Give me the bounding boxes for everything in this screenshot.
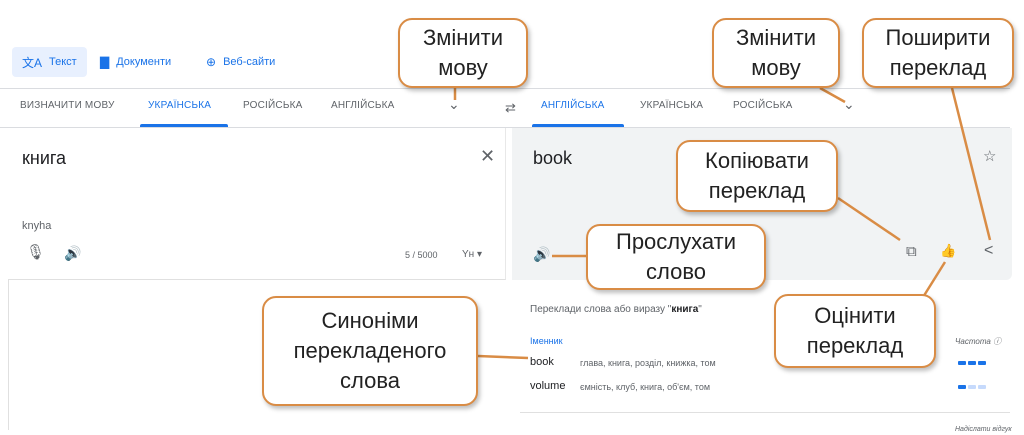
tab-target-russian[interactable]: РОСІЙСЬКА [733, 100, 793, 111]
target-speaker-icon[interactable]: 🔊 [533, 246, 550, 263]
frequency-segment [958, 361, 966, 365]
frequency-bar [958, 385, 986, 389]
mode-websites-button[interactable]: ⊕ Веб-сайти [196, 47, 286, 77]
translate-icon: 文A [22, 55, 43, 70]
mode-text-button[interactable]: 文A Текст [12, 47, 87, 77]
mode-documents-button[interactable]: ▇ Документи [90, 47, 182, 77]
callout-listen-word: Прослухати слово [586, 224, 766, 290]
mode-text-label: Текст [49, 56, 77, 68]
input-tool-button[interactable]: Yн ▾ [462, 249, 482, 260]
tab-detect-language[interactable]: ВИЗНАЧИТИ МОВУ [20, 100, 115, 111]
source-speaker-icon[interactable]: 🔊 [64, 245, 81, 262]
mode-websites-label: Веб-сайти [223, 56, 276, 68]
dictionary-word[interactable]: volume [530, 380, 565, 392]
callout-change-language: Змінити мову [712, 18, 840, 88]
rate-icon[interactable]: 👍 [940, 243, 956, 259]
chevron-down-icon[interactable]: ⌄ [843, 96, 855, 113]
frequency-segment [968, 361, 976, 365]
dictionary-title: Переклади слова або виразу "книга" [530, 304, 702, 315]
dictionary-synonyms: ємність, клуб, книга, об'єм, том [580, 382, 711, 392]
send-feedback-link[interactable]: Надіслати відгук [955, 426, 1012, 433]
frequency-bar [958, 361, 986, 365]
char-counter: 5 / 5000 [405, 250, 438, 260]
frequency-label: Частота ⓘ [955, 337, 1002, 346]
part-of-speech: Іменник [530, 336, 563, 346]
globe-icon: ⊕ [206, 55, 217, 69]
transliteration: knyha [22, 220, 52, 232]
translation-output: book [533, 148, 573, 168]
dictionary-title-word: книга [671, 304, 699, 315]
divider [8, 280, 9, 430]
share-icon[interactable]: < [984, 242, 993, 260]
microphone-icon[interactable]: 🎙 [26, 243, 45, 261]
dictionary-word[interactable]: book [530, 356, 554, 368]
callout-copy-translation: Копіювати переклад [676, 140, 838, 212]
divider [0, 88, 1010, 89]
divider [520, 412, 1010, 413]
swap-languages-icon[interactable]: ⇄ [505, 100, 516, 116]
tab-source-russian[interactable]: РОСІЙСЬКА [243, 100, 303, 111]
callout-rate-translation: Оцінити переклад [774, 294, 936, 368]
dictionary-title-prefix: Переклади слова або виразу " [530, 304, 672, 315]
tab-source-ukrainian[interactable]: УКРАЇНСЬКА [148, 100, 211, 111]
frequency-segment [958, 385, 966, 389]
chevron-down-icon[interactable]: ⌄ [448, 96, 460, 113]
dictionary-title-suffix: " [698, 304, 702, 315]
copy-icon[interactable]: ⧉ [906, 243, 917, 260]
input-tool-label: Yн [462, 249, 475, 260]
clear-icon[interactable]: ✕ [480, 146, 495, 167]
dictionary-synonyms: глава, книга, розділ, книжка, том [580, 358, 716, 368]
frequency-segment [978, 385, 986, 389]
frequency-segment [968, 385, 976, 389]
tab-source-english[interactable]: АНГЛІЙСЬКА [331, 100, 395, 111]
tab-target-english[interactable]: АНГЛІЙСЬКА [541, 100, 605, 111]
star-icon[interactable]: ☆ [983, 147, 996, 165]
translator-app: 文A Текст ▇ Документи ⊕ Веб-сайти ВИЗНАЧИ… [0, 0, 1024, 435]
callout-change-language: Змінити мову [398, 18, 528, 88]
source-input[interactable]: книга [22, 148, 66, 169]
mode-documents-label: Документи [116, 56, 172, 68]
callout-share-translation: Поширити переклад [862, 18, 1014, 88]
tab-target-ukrainian[interactable]: УКРАЇНСЬКА [640, 100, 703, 111]
frequency-segment [978, 361, 986, 365]
document-icon: ▇ [100, 55, 110, 69]
callout-synonyms: Синоніми перекладеного слова [262, 296, 478, 406]
